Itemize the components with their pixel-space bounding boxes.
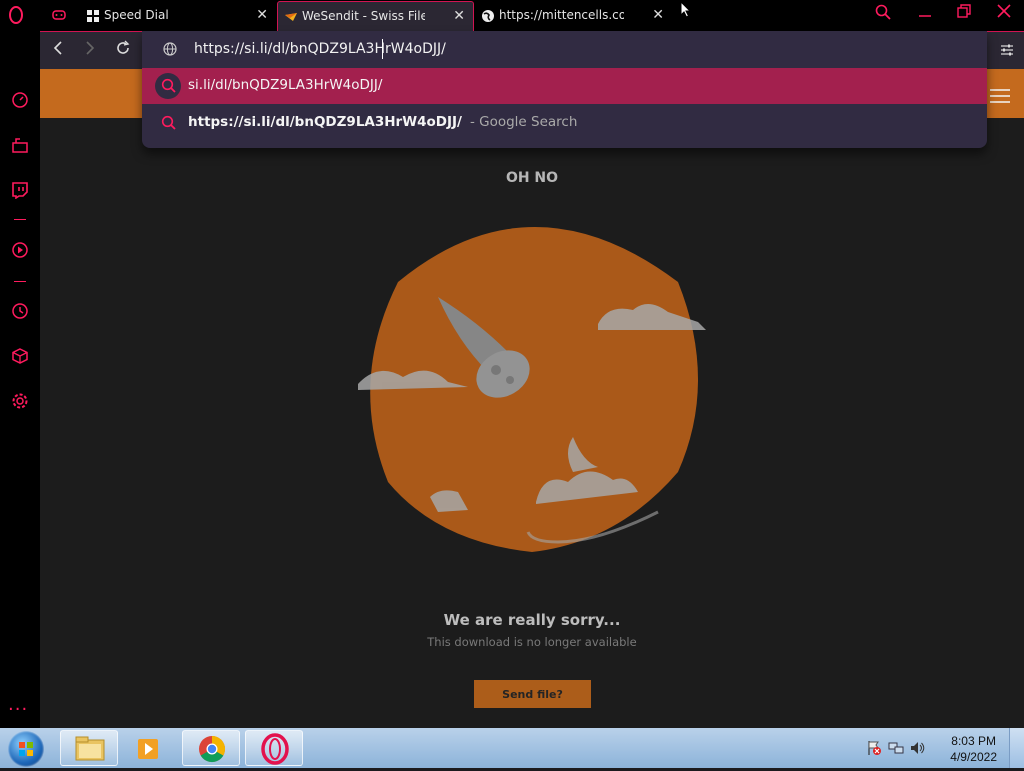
address-dropdown: https://si.li/dl/bnQDZ9LA3HrW4oDJJ/ si.l… [142, 31, 987, 148]
show-desktop-button[interactable] [1009, 728, 1024, 768]
close-tab-icon[interactable]: ✕ [453, 2, 465, 31]
minimize-icon[interactable] [918, 4, 932, 22]
meteor-illustration [358, 227, 706, 552]
media-player-icon [138, 739, 158, 759]
hamburger-menu-icon[interactable] [990, 89, 1010, 103]
windows-taskbar: 8:03 PM 4/9/2022 [0, 728, 1024, 768]
clock-date: 4/9/2022 [950, 750, 997, 764]
close-tab-icon[interactable]: ✕ [652, 1, 664, 30]
tab-speed-dial[interactable]: Speed Dial ✕ [80, 1, 276, 31]
twitch-icon[interactable] [11, 181, 29, 199]
error-submessage: This download is no longer available [427, 635, 637, 649]
wesendit-favicon [285, 13, 297, 21]
suggestion-text: si.li/dl/bnQDZ9LA3HrW4oDJJ/ [188, 77, 383, 93]
more-options-icon[interactable]: ··· [8, 699, 28, 720]
tab-mittencells[interactable]: https://mittencells.com/vt8 ✕ [475, 1, 672, 31]
opera-gx-icon [261, 733, 289, 765]
clock-time: 8:03 PM [951, 734, 996, 748]
gx-corner-icon[interactable] [52, 8, 66, 22]
suggestion-hint: - Google Search [469, 114, 578, 130]
taskbar-opera[interactable] [245, 730, 303, 766]
player-icon[interactable] [11, 241, 29, 259]
globe-icon [163, 42, 177, 56]
easy-setup-icon[interactable] [1000, 44, 1014, 56]
windows-logo-icon [19, 742, 33, 756]
close-window-icon[interactable] [997, 4, 1011, 22]
folder-icon [75, 736, 105, 761]
suggestion-url: https://si.li/dl/bnQDZ9LA3HrW4oDJJ/ [188, 114, 462, 130]
page-heading: OH NO [505, 170, 559, 186]
speedometer-icon[interactable] [11, 91, 29, 109]
chrome-icon [199, 735, 226, 763]
network-icon[interactable] [888, 740, 904, 756]
start-button[interactable] [8, 731, 44, 767]
opera-menu-icon[interactable] [9, 6, 23, 24]
tab-bar: Speed Dial ✕ WeSendit - Swiss File Trans… [0, 0, 1024, 31]
suggestion-text: https://si.li/dl/bnQDZ9LA3HrW4oDJJ/ - Goo… [188, 114, 577, 130]
restore-icon[interactable] [957, 4, 971, 22]
tab-label: Speed Dial [104, 8, 169, 22]
reload-button[interactable] [115, 40, 131, 60]
system-tray: 8:03 PM 4/9/2022 [854, 728, 1024, 768]
volume-icon[interactable] [910, 740, 926, 756]
globe-favicon [482, 10, 494, 22]
back-button[interactable] [52, 40, 64, 60]
suggestion-item[interactable]: si.li/dl/bnQDZ9LA3HrW4oDJJ/ [142, 68, 987, 104]
address-input[interactable]: https://si.li/dl/bnQDZ9LA3HrW4oDJJ/ [194, 41, 446, 57]
close-tab-icon[interactable]: ✕ [256, 1, 268, 30]
mouse-cursor-icon [680, 1, 692, 18]
settings-gear-icon[interactable] [11, 392, 29, 410]
action-center-flag-icon[interactable] [866, 740, 882, 756]
taskbar-explorer[interactable] [60, 730, 118, 766]
search-icon [161, 78, 176, 93]
taskbar-chrome[interactable] [182, 730, 240, 766]
speed-dial-icon [87, 10, 99, 22]
sidebar-divider [14, 219, 26, 220]
address-field[interactable]: https://si.li/dl/bnQDZ9LA3HrW4oDJJ/ [142, 31, 987, 68]
forward-button[interactable] [84, 40, 96, 60]
bag-icon[interactable] [11, 136, 29, 154]
extensions-cube-icon[interactable] [11, 347, 29, 365]
search-icon [161, 115, 176, 130]
sidebar: ··· [0, 31, 40, 728]
clock[interactable]: 8:03 PM 4/9/2022 [950, 733, 997, 765]
error-message: We are really sorry... [443, 611, 621, 629]
tab-wesendit[interactable]: WeSendit - Swiss File Transfer ✕ [277, 1, 474, 31]
tab-label: WeSendit - Swiss File Transfer [302, 9, 425, 23]
text-caret [382, 39, 383, 59]
send-file-button[interactable]: Send file? [474, 680, 591, 708]
web-page: OH NO We are really sorry... This downlo… [40, 69, 1024, 728]
search-tabs-icon[interactable] [875, 4, 891, 24]
tab-label: https://mittencells.com/vt8 [499, 8, 624, 22]
suggestion-item[interactable]: https://si.li/dl/bnQDZ9LA3HrW4oDJJ/ - Goo… [142, 105, 987, 141]
sidebar-divider [14, 281, 26, 282]
history-icon[interactable] [11, 302, 29, 320]
taskbar-media-player[interactable] [121, 730, 179, 766]
